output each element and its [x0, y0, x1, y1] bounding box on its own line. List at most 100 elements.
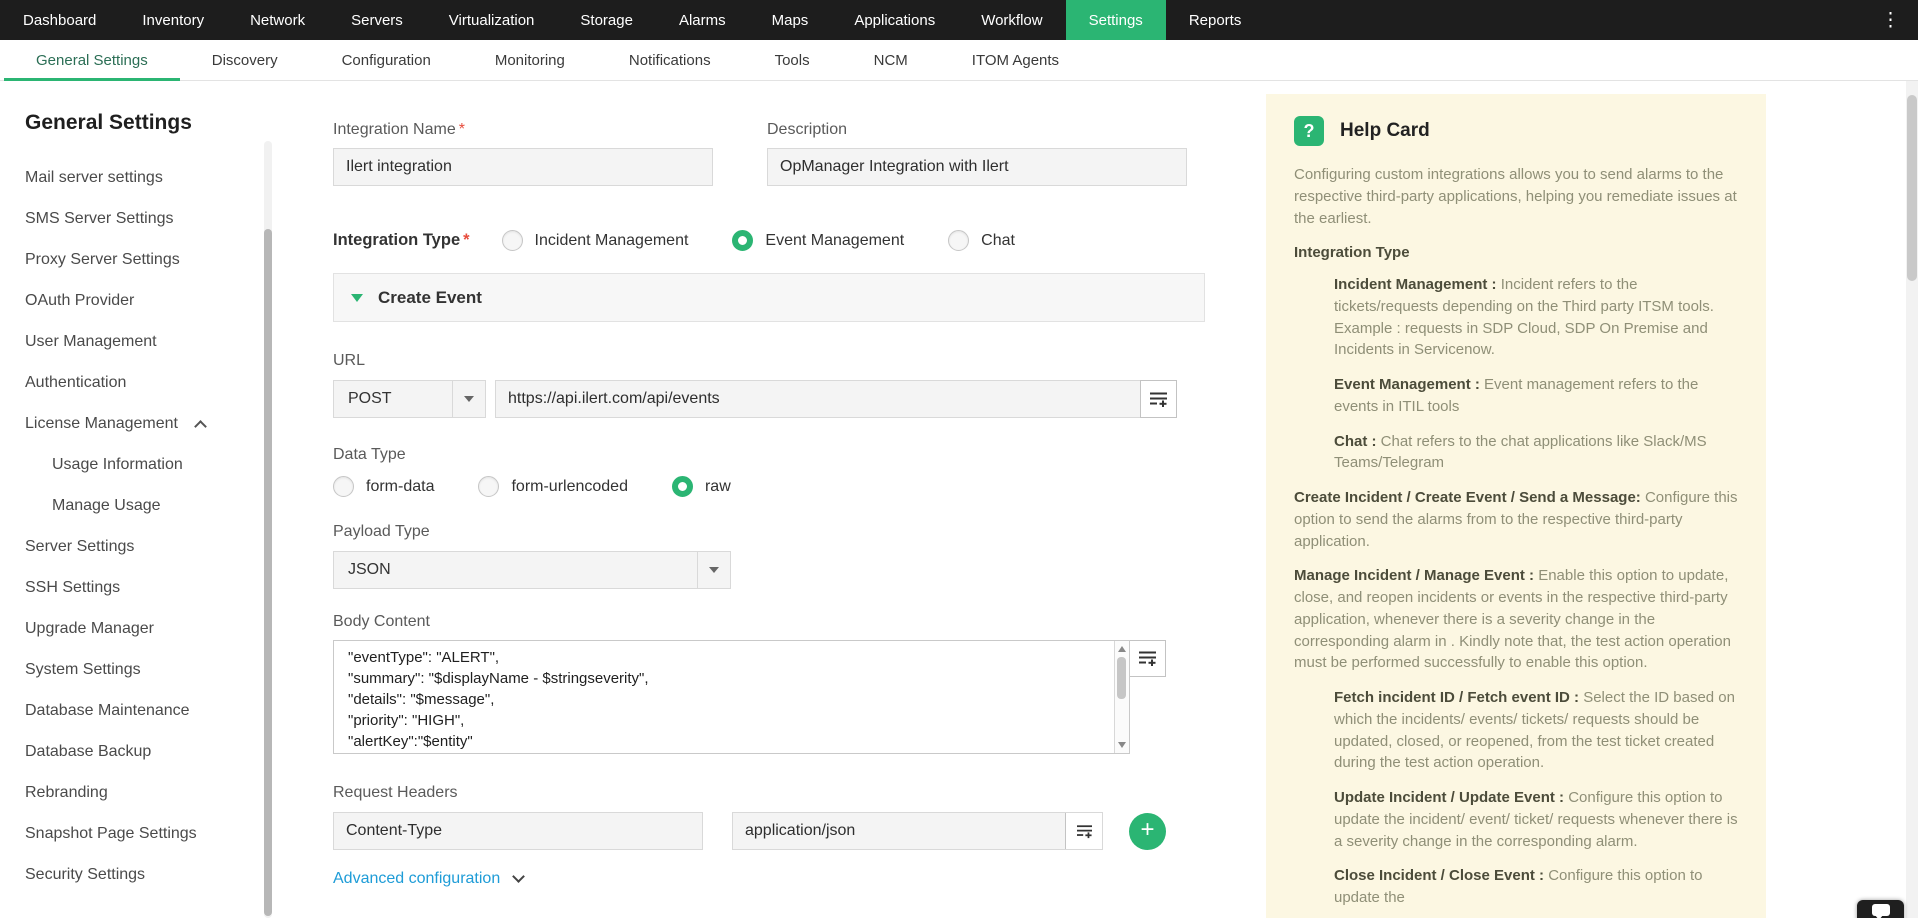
- textarea-scrollbar-thumb[interactable]: [1117, 657, 1126, 699]
- dropdown-arrow-icon: [697, 552, 730, 588]
- help-section: Integration Type: [1294, 242, 1738, 264]
- sidebar-item-upgrade-manager[interactable]: Upgrade Manager: [0, 608, 300, 649]
- sidebar-item-rebranding[interactable]: Rebranding: [0, 772, 300, 813]
- body-content-line: "details": "$message",: [348, 691, 495, 708]
- help-section: Manage Incident / Manage Event : Enable …: [1294, 565, 1738, 674]
- description-input[interactable]: [767, 148, 1187, 186]
- header-value-input[interactable]: [733, 813, 1065, 849]
- create-event-title: Create Event: [378, 287, 482, 307]
- help-section-term: Close Incident / Close Event :: [1334, 867, 1545, 885]
- radio-label: raw: [704, 477, 731, 495]
- sidebar-scrollbar-thumb[interactable]: [264, 229, 272, 916]
- sidebar-item-label: Proxy Server Settings: [25, 250, 180, 268]
- sidebar-item-sms-server-settings[interactable]: SMS Server Settings: [0, 198, 300, 239]
- add-header-button[interactable]: +: [1129, 812, 1166, 850]
- top-nav-item-servers[interactable]: Servers: [328, 0, 426, 40]
- body-content-line: "alertKey":"$entity": [348, 733, 473, 750]
- sidebar-item-user-management[interactable]: User Management: [0, 321, 300, 362]
- help-section-term: Integration Type: [1294, 244, 1410, 262]
- payload-type-value: JSON: [348, 561, 391, 578]
- integration-type-radio-event-management[interactable]: Event Management: [732, 230, 904, 251]
- sub-nav-item-itom-agents[interactable]: ITOM Agents: [940, 40, 1091, 80]
- radio-label: form-data: [366, 477, 435, 495]
- sub-nav: General Settings Discovery Configuration Mo…: [0, 40, 1918, 81]
- textarea-scrollbar[interactable]: [1114, 641, 1129, 753]
- help-section: Fetch incident ID / Fetch event ID : Sel…: [1334, 687, 1738, 774]
- body-content-textarea[interactable]: "eventType": "ALERT", "summary": "$displa…: [333, 640, 1130, 754]
- sidebar-item-usage-information[interactable]: Usage Information: [0, 444, 300, 485]
- payload-type-select[interactable]: JSON: [333, 551, 731, 589]
- sidebar-item-snapshot-page-settings[interactable]: Snapshot Page Settings: [0, 813, 300, 854]
- top-nav-item-workflow[interactable]: Workflow: [958, 0, 1065, 40]
- page-scrollbar[interactable]: [1906, 81, 1918, 918]
- header-name-input[interactable]: [333, 812, 703, 850]
- sub-nav-item-configuration[interactable]: Configuration: [310, 40, 463, 80]
- body-content-label: Body Content: [333, 613, 430, 630]
- top-nav-item-reports[interactable]: Reports: [1166, 0, 1265, 40]
- create-event-section-header[interactable]: Create Event: [333, 273, 1205, 322]
- sub-nav-item-monitoring[interactable]: Monitoring: [463, 40, 597, 80]
- radio-label: Event Management: [765, 231, 905, 249]
- sub-nav-item-notifications[interactable]: Notifications: [597, 40, 743, 80]
- page-scrollbar-thumb[interactable]: [1907, 95, 1917, 281]
- chevron-up-icon: [194, 419, 207, 433]
- data-type-radio-form-data[interactable]: form-data: [333, 476, 434, 497]
- sidebar-item-proxy-server-settings[interactable]: Proxy Server Settings: [0, 239, 300, 280]
- more-menu-icon[interactable]: ⋮: [1863, 0, 1918, 40]
- insert-variable-button[interactable]: [1065, 813, 1102, 849]
- body-content-line: }: [348, 752, 1099, 753]
- name-description-row: Integration Name* Description: [333, 121, 1266, 186]
- integration-name-input[interactable]: [333, 148, 713, 186]
- sidebar-item-database-maintenance[interactable]: Database Maintenance: [0, 690, 300, 731]
- sub-nav-item-ncm[interactable]: NCM: [842, 40, 940, 80]
- sidebar-item-authentication[interactable]: Authentication: [0, 362, 300, 403]
- sub-nav-item-tools[interactable]: Tools: [743, 40, 842, 80]
- url-input[interactable]: [495, 380, 1141, 418]
- top-nav-item-settings[interactable]: Settings: [1065, 0, 1166, 40]
- sidebar-item-label: Security Settings: [25, 865, 146, 883]
- sub-nav-item-general-settings[interactable]: General Settings: [4, 40, 180, 81]
- body-content-row: "eventType": "ALERT", "summary": "$displa…: [333, 640, 1266, 754]
- help-question-icon: ?: [1294, 116, 1324, 146]
- insert-variable-button[interactable]: [1140, 380, 1177, 418]
- scroll-down-arrow-icon[interactable]: [1118, 742, 1126, 748]
- chat-bubble-icon: [1871, 904, 1890, 918]
- advanced-configuration-link[interactable]: Advanced configuration: [333, 870, 526, 888]
- sidebar-item-system-settings[interactable]: System Settings: [0, 649, 300, 690]
- sidebar-item-server-settings[interactable]: Server Settings: [0, 526, 300, 567]
- sidebar-item-security-settings[interactable]: Security Settings: [0, 854, 300, 895]
- top-nav-item-alarms[interactable]: Alarms: [656, 0, 749, 40]
- top-nav-item-dashboard[interactable]: Dashboard: [0, 0, 119, 40]
- sidebar-item-mail-server-settings[interactable]: Mail server settings: [0, 157, 300, 198]
- help-section-term: Update Incident / Update Event :: [1334, 789, 1565, 806]
- sidebar-item-label: Authentication: [25, 373, 127, 391]
- top-nav-item-inventory[interactable]: Inventory: [119, 0, 227, 40]
- top-nav-item-virtualization[interactable]: Virtualization: [426, 0, 558, 40]
- top-nav-item-storage[interactable]: Storage: [557, 0, 656, 40]
- sub-nav-item-discovery[interactable]: Discovery: [180, 40, 310, 80]
- sidebar-item-manage-usage[interactable]: Manage Usage: [0, 485, 300, 526]
- data-type-radio-raw[interactable]: raw: [671, 476, 731, 497]
- scroll-up-arrow-icon[interactable]: [1118, 646, 1126, 652]
- top-nav-item-maps[interactable]: Maps: [749, 0, 832, 40]
- top-nav-item-network[interactable]: Network: [227, 0, 328, 40]
- sidebar-item-label: Database Backup: [25, 742, 152, 760]
- sidebar-item-label: Upgrade Manager: [25, 619, 154, 637]
- sidebar-item-label: SMS Server Settings: [25, 209, 174, 227]
- sidebar-item-label: Usage Information: [52, 455, 183, 473]
- sidebar-item-license-management[interactable]: License Management: [0, 403, 300, 444]
- integration-type-radio-incident-management[interactable]: Incident Management: [501, 230, 688, 251]
- sidebar-item-label: System Settings: [25, 660, 141, 678]
- sidebar-item-database-backup[interactable]: Database Backup: [0, 731, 300, 772]
- insert-variable-button[interactable]: [1129, 640, 1166, 677]
- sidebar-item-oauth-provider[interactable]: OAuth Provider: [0, 280, 300, 321]
- data-type-radio-form-urlencoded[interactable]: form-urlencoded: [478, 476, 628, 497]
- top-nav: Dashboard Inventory Network Servers Virtuali…: [0, 0, 1918, 40]
- top-nav-item-applications[interactable]: Applications: [831, 0, 958, 40]
- dropdown-arrow-icon: [452, 381, 485, 417]
- assistant-chat-button[interactable]: [1857, 900, 1904, 918]
- http-method-select[interactable]: POST: [333, 380, 486, 418]
- sidebar-scrollbar[interactable]: [264, 141, 272, 918]
- sidebar-item-ssh-settings[interactable]: SSH Settings: [0, 567, 300, 608]
- integration-type-radio-chat[interactable]: Chat: [948, 230, 1015, 251]
